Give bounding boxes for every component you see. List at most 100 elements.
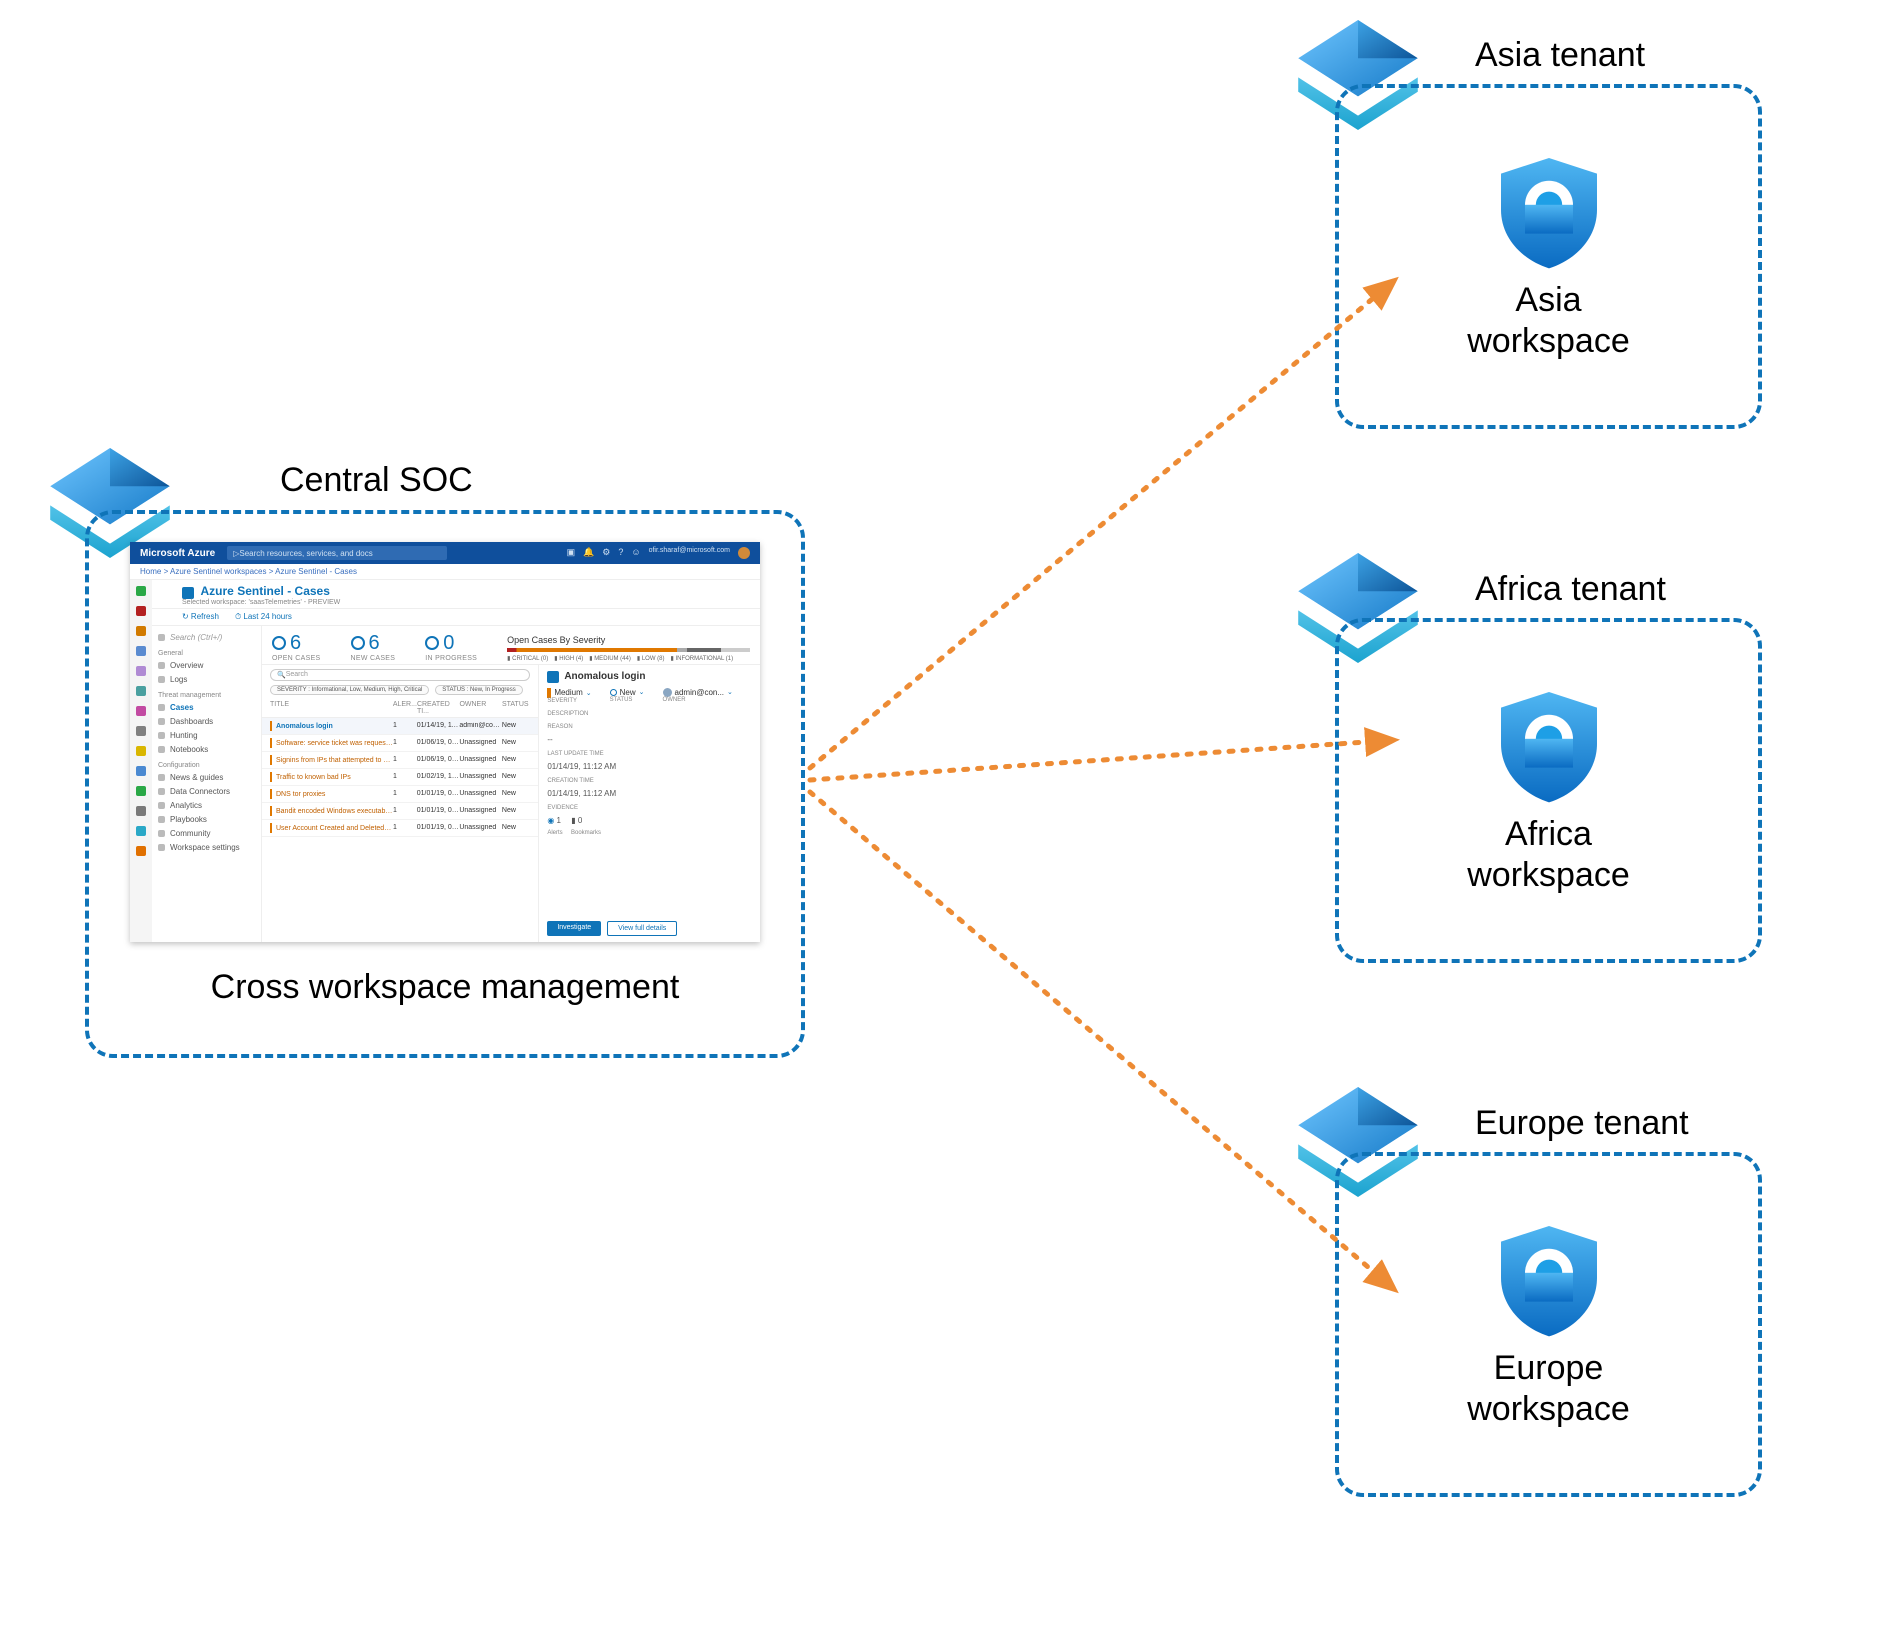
view-full-details-button[interactable]: View full details [607,921,677,936]
settings-icon[interactable]: ⚙ [602,547,610,559]
nav-rail-item[interactable] [136,606,146,616]
nav-rail-item[interactable] [136,846,146,856]
sidebar-item[interactable]: Notebooks [158,744,255,755]
sidebar-item[interactable]: Data Connectors [158,786,255,797]
table-cell: 01/14/19, 11:... [417,722,460,729]
detail-desc-lbl: DESCRIPTION [547,711,752,717]
sidebar-item-icon [158,844,165,851]
sidebar-item[interactable]: Dashboards [158,716,255,727]
severity-title: Open Cases By Severity [507,635,750,645]
table-header-cell[interactable]: ALER... [393,701,417,715]
table-cell: 01/06/19, 09:... [417,739,460,746]
nav-rail-item[interactable] [136,806,146,816]
nav-rail-item[interactable] [136,786,146,796]
detail-owner: admin@con... [675,688,724,697]
investigate-button[interactable]: Investigate [547,921,601,936]
detail-creation: 01/14/19, 11:12 AM [547,789,752,798]
feedback-icon[interactable]: ☺ [631,547,640,559]
sidebar-item[interactable]: Community [158,828,255,839]
africa-tenant-box: Africaworkspace [1335,618,1762,963]
nav-rail-item[interactable] [136,706,146,716]
table-row[interactable]: DNS tor proxies101/01/19, 07:...Unassign… [262,786,538,803]
sentinel-dashboard: Microsoft Azure ▷ Search resources, serv… [130,542,760,942]
table-row[interactable]: Anomalous login101/14/19, 11:...admin@co… [262,718,538,735]
sidebar-item[interactable]: News & guides [158,772,255,783]
global-search[interactable]: ▷ Search resources, services, and docs [227,546,447,560]
sentinel-shield-icon [1489,1220,1609,1340]
sidebar-item[interactable]: Workspace settings [158,842,255,853]
table-cell: Unassigned [459,807,502,814]
central-soc-box: Microsoft Azure ▷ Search resources, serv… [85,510,805,1058]
refresh-button[interactable]: ↻ Refresh [182,612,219,622]
cross-workspace-caption: Cross workspace management [211,968,680,1007]
table-cell: New [502,773,530,780]
table-cell: 01/01/19, 07:... [417,807,460,814]
severity-legend-item: ▮ HIGH (4) [554,655,583,662]
table-header-row: TITLEALER...CREATED TI...OWNERSTATUS [262,699,538,718]
sidebar-item-icon [158,704,165,711]
stat-new-cases: 6 NEW CASES [351,632,396,662]
nav-rail-item[interactable] [136,646,146,656]
stat-open-cases: 6 OPEN CASES [272,632,321,662]
sidebar-item[interactable]: Overview [158,660,255,671]
table-row[interactable]: Traffic to known bad IPs101/02/19, 10:..… [262,769,538,786]
table-row[interactable]: User Account Created and Deleted withi..… [262,820,538,837]
detail-creation-lbl: CREATION TIME [547,778,752,784]
table-header-cell[interactable]: TITLE [270,701,393,715]
severity-bar [507,648,750,652]
sidebar-item[interactable]: Logs [158,674,255,685]
severity-chart: Open Cases By Severity ▮ CRITICAL (0)▮ H… [507,635,750,662]
cases-table: 🔍 Search SEVERITY : Informational, Low, … [262,665,538,942]
nav-rail-item[interactable] [136,766,146,776]
sidebar-item-label: Community [170,829,210,838]
filter-severity[interactable]: SEVERITY : Informational, Low, Medium, H… [270,685,429,695]
table-row[interactable]: Software: service ticket was requested10… [262,735,538,752]
nav-rail-item[interactable] [136,826,146,836]
table-row[interactable]: Bandit encoded Windows executable f...10… [262,803,538,820]
table-cell: Unassigned [459,739,502,746]
table-cell: 1 [393,773,417,780]
africa-tenant-title: Africa tenant [1475,570,1666,609]
table-cell: admin@contoso.c... [459,722,502,729]
nav-rail-item[interactable] [136,686,146,696]
sidebar-item[interactable]: Cases [158,702,255,713]
page-action-bar: ↻ Refresh ⏱ Last 24 hours [152,609,760,626]
sidebar-item-label: Notebooks [170,745,208,754]
detail-lastupdate: 01/14/19, 11:12 AM [547,762,752,771]
table-header-cell[interactable]: OWNER [459,701,502,715]
sidebar-item[interactable]: Playbooks [158,814,255,825]
detail-alerts-lbl: Alerts [547,830,562,836]
nav-rail-item[interactable] [136,726,146,736]
sidebar-item-icon [158,732,165,739]
help-icon[interactable]: ? [618,547,623,559]
table-cell: Traffic to known bad IPs [270,772,393,782]
table-row[interactable]: Signins from IPs that attempted to sign.… [262,752,538,769]
user-label[interactable]: ofir.sharaf@microsoft.com [649,547,730,559]
table-header-cell[interactable]: STATUS [502,701,530,715]
table-header-cell[interactable]: CREATED TI... [417,701,460,715]
table-cell: New [502,807,530,814]
detail-reason-lbl: REASON [547,724,752,730]
page-subtitle: Selected workspace: 'saasTelemetries' - … [182,599,750,606]
nav-rail-item[interactable] [136,746,146,756]
cloud-shell-icon[interactable]: ▣ [567,547,576,559]
table-cell: New [502,824,530,831]
filter-status[interactable]: STATUS : New, In Progress [435,685,522,695]
breadcrumb[interactable]: Home > Azure Sentinel workspaces > Azure… [130,564,760,580]
sidebar-item[interactable]: Hunting [158,730,255,741]
africa-workspace-label: Africaworkspace [1467,814,1630,896]
avatar[interactable] [738,547,750,559]
time-range-button[interactable]: ⏱ Last 24 hours [235,612,292,622]
sidebar-item-label: Hunting [170,731,198,740]
nav-rail-item[interactable] [136,626,146,636]
sidebar-item[interactable]: Analytics [158,800,255,811]
nav-rail-item[interactable] [136,586,146,596]
stat-new-value: 6 [369,632,380,655]
sentinel-shield-icon [1489,686,1609,806]
sidebar-search[interactable]: Search (Ctrl+/) [170,633,222,642]
sidebar-item-label: Logs [170,675,187,684]
case-detail-panel: Anomalous login Medium⌄SEVERITY New⌄STAT… [538,665,760,942]
notifications-icon[interactable]: 🔔 [583,547,594,559]
nav-rail-item[interactable] [136,666,146,676]
table-search-input[interactable]: 🔍 Search [270,669,530,681]
